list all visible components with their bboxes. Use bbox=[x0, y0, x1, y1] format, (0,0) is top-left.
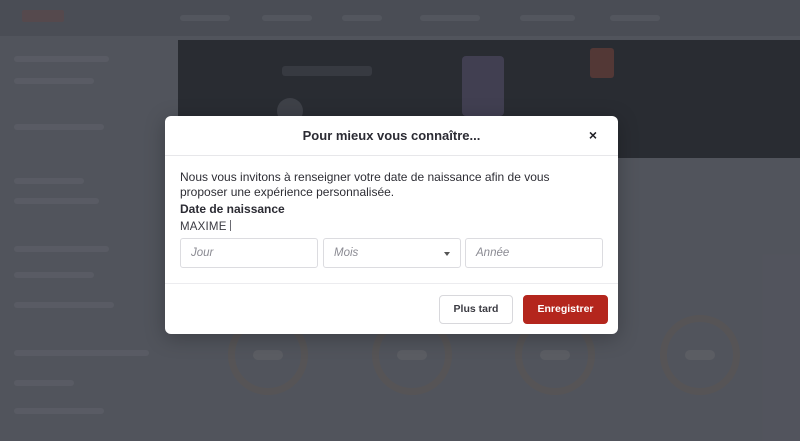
modal-header: Pour mieux vous connaître... × bbox=[165, 116, 618, 156]
modal-divider bbox=[165, 283, 618, 284]
chevron-down-icon bbox=[444, 252, 450, 256]
modal-title: Pour mieux vous connaître... bbox=[302, 128, 481, 143]
user-name: MAXIME bbox=[180, 220, 231, 233]
intro-text: Nous vous invitons à renseigner votre da… bbox=[180, 170, 550, 199]
close-icon[interactable]: × bbox=[585, 127, 601, 143]
save-button[interactable]: Enregistrer bbox=[523, 295, 608, 324]
birthdate-label: Date de naissance bbox=[180, 202, 285, 216]
birthdate-modal: Pour mieux vous connaître... × Nous vous… bbox=[165, 116, 618, 334]
month-select-value: Mois bbox=[334, 247, 359, 259]
text-cursor bbox=[229, 220, 231, 231]
day-input[interactable]: Jour bbox=[180, 238, 318, 268]
later-button[interactable]: Plus tard bbox=[439, 295, 513, 324]
month-select[interactable]: Mois bbox=[323, 238, 461, 268]
year-input[interactable]: Année bbox=[465, 238, 603, 268]
user-name-text: MAXIME bbox=[180, 221, 227, 233]
